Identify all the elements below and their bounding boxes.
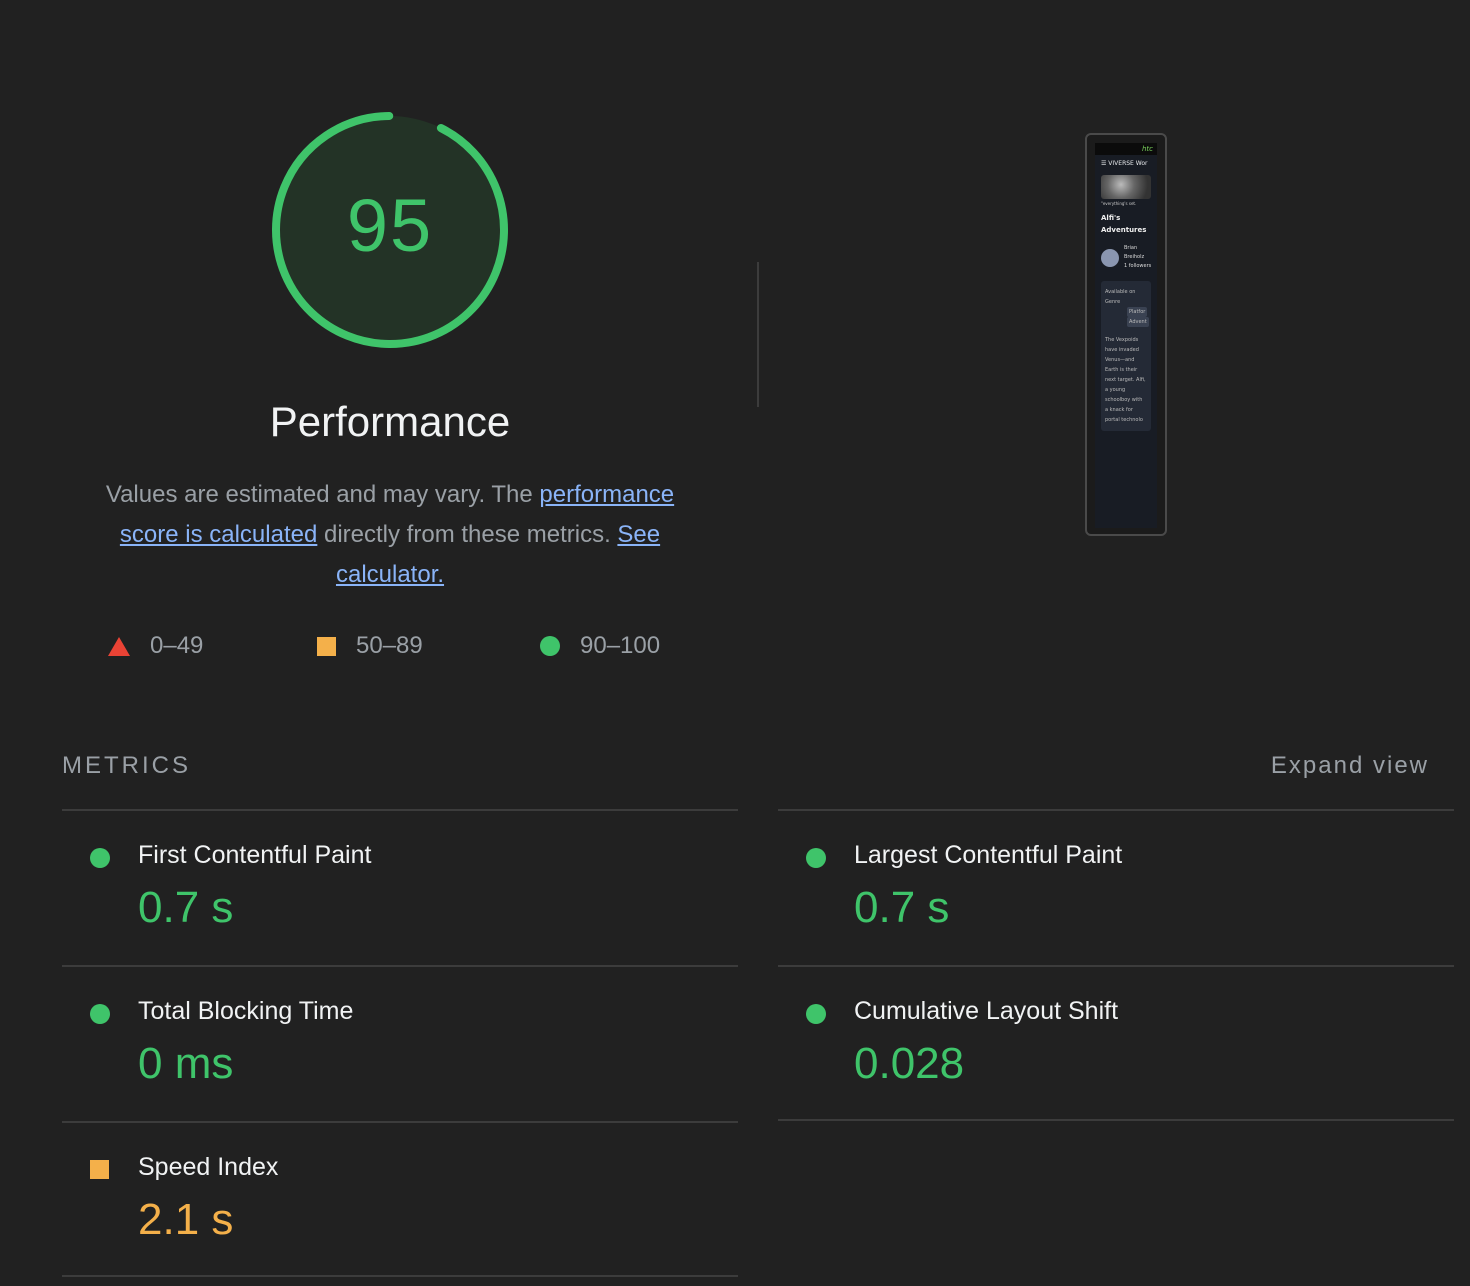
expand-view-button[interactable]: Expand view (1271, 752, 1429, 780)
gauge-score: 95 (346, 183, 434, 267)
circle-icon (540, 636, 560, 656)
thumbnail-info-card: Available on Genre Platfor Advent The Ve… (1101, 281, 1151, 431)
pass-circle-icon (806, 1004, 826, 1024)
metric-cumulative-layout-shift: Cumulative Layout Shift 0.028 (778, 967, 1454, 1117)
metric-label: Total Blocking Time (138, 997, 354, 1025)
metrics-divider (62, 1275, 738, 1277)
triangle-icon (108, 636, 130, 656)
description-text-1: Values are estimated and may vary. The (105, 481, 540, 508)
thumbnail-genre-chip-1: Platfor (1127, 307, 1148, 317)
metric-value: 0.028 (854, 1039, 965, 1088)
legend-fail: 0–49 (108, 628, 203, 664)
description-text-2: directly from these metrics. (317, 521, 618, 548)
metric-label: First Contentful Paint (138, 841, 372, 869)
thumbnail-author: Brian Breiholz 1 followers (1095, 236, 1157, 271)
metric-first-contentful-paint: First Contentful Paint 0.7 s (62, 811, 738, 961)
legend-pass: 90–100 (540, 628, 660, 664)
thumbnail-genre-chip-2: Advent (1127, 317, 1149, 327)
avatar (1101, 248, 1119, 267)
vertical-divider (757, 262, 759, 407)
thumbnail-author-line1: Brian (1124, 245, 1138, 251)
average-square-icon (90, 1160, 109, 1179)
thumbnail-nav: ☰ VIVERSE Wor (1101, 160, 1148, 167)
legend-fail-range: 0–49 (150, 632, 204, 659)
metric-largest-contentful-paint: Largest Contentful Paint 0.7 s (778, 811, 1454, 961)
metric-label: Cumulative Layout Shift (854, 997, 1119, 1025)
legend-average-range: 50–89 (356, 632, 423, 659)
thumbnail-available: Available on (1105, 289, 1136, 295)
legend-pass-range: 90–100 (580, 632, 661, 659)
metric-label: Largest Contentful Paint (854, 841, 1123, 869)
metric-value: 0.7 s (138, 883, 234, 932)
pass-circle-icon (806, 848, 826, 868)
metric-label: Speed Index (138, 1153, 279, 1181)
thumbnail-title: Alfi's Adventures (1101, 214, 1147, 234)
legend-average: 50–89 (317, 628, 423, 664)
metric-value: 0 ms (138, 1039, 234, 1088)
metric-total-blocking-time: Total Blocking Time 0 ms (62, 967, 738, 1117)
thumbnail-page: htc ☰ VIVERSE Wor "everything's set. Alf… (1095, 143, 1157, 528)
thumbnail-author-line3: 1 followers (1124, 263, 1152, 269)
gauge-title: Performance (269, 398, 511, 445)
thumbnail-author-line2: Breiholz (1124, 254, 1145, 260)
metric-speed-index: Speed Index 2.1 s (62, 1123, 738, 1273)
thumbnail-nav-text: VIVERSE Wor (1108, 160, 1148, 167)
pass-circle-icon (90, 1004, 110, 1024)
metric-value: 0.7 s (854, 883, 950, 932)
metrics-header: METRICS (62, 752, 191, 779)
thumbnail-brand: htc (1095, 143, 1157, 155)
thumbnail-genre-label: Genre (1105, 299, 1121, 305)
thumbnail-hero-image (1101, 175, 1151, 199)
thumbnail-caption: "everything's set. (1101, 201, 1137, 206)
thumbnail-author-text: Brian Breiholz 1 followers (1124, 244, 1151, 271)
thumbnail-description: The Vexpoids have invaded Venus—and Eart… (1105, 337, 1146, 423)
metric-value: 2.1 s (138, 1195, 234, 1244)
performance-gauge[interactable]: 95 (266, 106, 514, 354)
pass-circle-icon (90, 848, 110, 868)
metrics-divider (778, 1119, 1454, 1121)
final-screenshot-thumbnail[interactable]: htc ☰ VIVERSE Wor "everything's set. Alf… (1085, 133, 1167, 536)
square-icon (317, 636, 336, 656)
lighthouse-report: 95 Performance Values are estimated and … (0, 0, 1470, 1286)
score-description: Values are estimated and may vary. The p… (80, 475, 700, 595)
